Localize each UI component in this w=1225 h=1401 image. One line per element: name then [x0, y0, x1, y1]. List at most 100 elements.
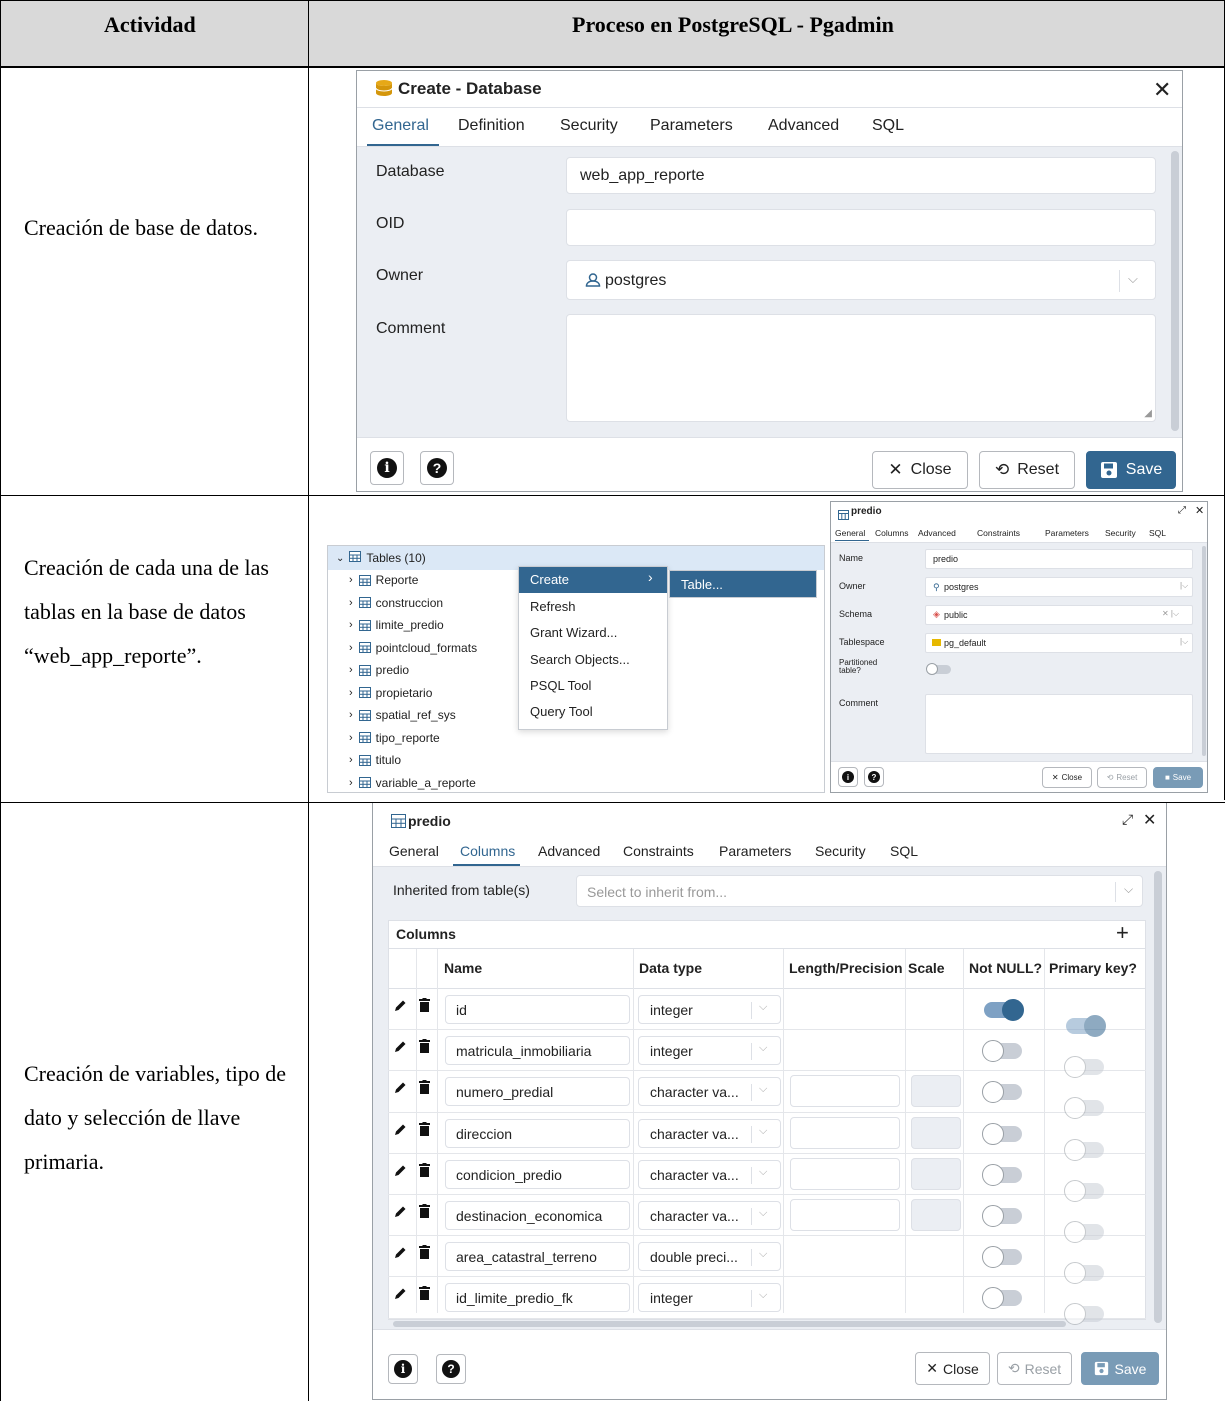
- database-input[interactable]: web_app_reporte: [566, 157, 1156, 194]
- info-button[interactable]: i: [838, 767, 858, 787]
- reset-button[interactable]: ⟲ Reset: [1097, 767, 1147, 788]
- close-icon[interactable]: ✕: [1153, 77, 1171, 103]
- scale-input[interactable]: [911, 1199, 961, 1231]
- save-button[interactable]: Save: [1086, 451, 1176, 489]
- delete-icon[interactable]: [419, 1204, 430, 1223]
- tree-item[interactable]: › tipo_reporte: [349, 731, 440, 745]
- tree-item[interactable]: › Reporte: [349, 573, 418, 587]
- length-input[interactable]: [790, 1157, 900, 1190]
- chevron-down-icon[interactable]: ⌵: [759, 1207, 767, 1220]
- primary-key-toggle[interactable]: [1064, 1303, 1104, 1326]
- edit-icon[interactable]: [394, 1040, 407, 1057]
- column-name-input[interactable]: condicion_predio: [445, 1159, 630, 1189]
- expand-icon[interactable]: ⤢: [1178, 505, 1186, 516]
- save-button[interactable]: ■ Save: [1153, 767, 1203, 788]
- submenu-table[interactable]: Table...: [669, 570, 817, 598]
- edit-icon[interactable]: [394, 1081, 407, 1098]
- partitioned-toggle[interactable]: [926, 663, 951, 675]
- tree-item[interactable]: › propietario: [349, 686, 432, 700]
- reset-button[interactable]: ⟲ Reset: [979, 451, 1075, 489]
- data-type-select[interactable]: character va... ⌵: [638, 1077, 781, 1107]
- tab-constraints[interactable]: Constraints: [977, 528, 1020, 538]
- resize-handle-icon[interactable]: ◢: [1144, 408, 1152, 419]
- tree-root[interactable]: ⌄ Tables (10): [336, 551, 426, 565]
- edit-icon[interactable]: [394, 1205, 407, 1222]
- not-null-toggle[interactable]: [982, 1205, 1022, 1227]
- delete-icon[interactable]: [419, 1162, 430, 1182]
- data-type-select[interactable]: integer ⌵: [638, 1283, 781, 1313]
- chevron-down-icon[interactable]: ⌵: [759, 1125, 767, 1138]
- menu-item-grant-wizard[interactable]: Grant Wizard...: [530, 625, 617, 640]
- tab-general[interactable]: General: [372, 117, 429, 135]
- oid-input[interactable]: [566, 209, 1156, 246]
- tab-advanced[interactable]: Advanced: [538, 843, 600, 859]
- not-null-toggle[interactable]: [982, 1163, 1022, 1186]
- data-type-select[interactable]: double preci... ⌵: [638, 1242, 781, 1272]
- name-input[interactable]: predio: [925, 549, 1193, 569]
- owner-select[interactable]: ⚲ postgres |⌵: [925, 577, 1193, 597]
- help-button[interactable]: ?: [436, 1354, 466, 1384]
- tree-item[interactable]: › limite_predio: [349, 618, 444, 632]
- tab-sql[interactable]: SQL: [890, 843, 918, 859]
- owner-select[interactable]: postgres ⌵: [566, 260, 1156, 300]
- length-input[interactable]: [790, 1075, 900, 1108]
- tab-general[interactable]: General: [835, 528, 865, 538]
- data-type-select[interactable]: character va... ⌵: [638, 1118, 781, 1148]
- not-null-toggle[interactable]: [982, 1246, 1022, 1269]
- scrollbar[interactable]: [1154, 871, 1162, 1323]
- tab-security[interactable]: Security: [560, 117, 618, 135]
- close-button[interactable]: ✕ Close: [915, 1352, 990, 1385]
- chevron-down-icon[interactable]: ⌵: [1124, 882, 1133, 897]
- comment-textarea[interactable]: [925, 694, 1193, 754]
- close-button[interactable]: ✕ Close: [1042, 767, 1092, 788]
- column-name-input[interactable]: matricula_inmobiliaria: [445, 1036, 630, 1066]
- submenu-item-table[interactable]: Table...: [681, 577, 723, 592]
- tab-advanced[interactable]: Advanced: [768, 117, 839, 135]
- help-button[interactable]: ?: [420, 451, 454, 485]
- delete-icon[interactable]: [419, 1245, 430, 1264]
- reset-button[interactable]: ⟲ Reset: [997, 1352, 1072, 1385]
- menu-item-create[interactable]: Create: [530, 572, 569, 587]
- menu-item-query-tool[interactable]: Query Tool: [530, 704, 593, 719]
- data-type-select[interactable]: character va... ⌵: [638, 1201, 781, 1230]
- tab-columns[interactable]: Columns: [460, 843, 515, 859]
- tab-security[interactable]: Security: [1105, 528, 1136, 538]
- not-null-toggle[interactable]: [982, 1040, 1022, 1063]
- column-name-input[interactable]: id_limite_predio_fk: [445, 1283, 630, 1313]
- tab-columns[interactable]: Columns: [875, 528, 909, 538]
- not-null-toggle[interactable]: [982, 1081, 1022, 1104]
- clear-icon[interactable]: ✕ |⌵: [1162, 609, 1179, 619]
- column-name-input[interactable]: destinacion_economica: [445, 1201, 630, 1230]
- not-null-toggle[interactable]: [982, 1122, 1022, 1145]
- edit-icon[interactable]: [394, 999, 407, 1016]
- horizontal-scrollbar[interactable]: [393, 1321, 1066, 1327]
- tree-item[interactable]: › construccion: [349, 596, 443, 610]
- delete-icon[interactable]: [419, 998, 430, 1017]
- info-button[interactable]: i: [388, 1354, 418, 1384]
- close-icon[interactable]: ✕: [1143, 810, 1156, 830]
- tab-security[interactable]: Security: [815, 843, 866, 859]
- chevron-down-icon[interactable]: ⌵: [1128, 271, 1138, 287]
- scale-input[interactable]: [911, 1075, 961, 1108]
- tablespace-select[interactable]: pg_default |⌵: [925, 633, 1193, 653]
- not-null-toggle[interactable]: [982, 1287, 1022, 1310]
- chevron-down-icon[interactable]: ⌵: [759, 1083, 767, 1096]
- save-button[interactable]: Save: [1081, 1352, 1159, 1385]
- menu-item-search-objects[interactable]: Search Objects...: [530, 652, 630, 667]
- chevron-down-icon[interactable]: ⌵: [759, 1289, 767, 1302]
- scale-input[interactable]: [911, 1157, 961, 1190]
- close-icon[interactable]: ✕: [1195, 504, 1204, 517]
- chevron-down-icon[interactable]: |⌵: [1180, 637, 1188, 647]
- tab-parameters[interactable]: Parameters: [1045, 528, 1089, 538]
- comment-textarea[interactable]: ◢: [566, 314, 1156, 422]
- column-name-input[interactable]: numero_predial: [445, 1077, 630, 1107]
- column-name-input[interactable]: direccion: [445, 1118, 630, 1148]
- tab-definition[interactable]: Definition: [458, 117, 525, 135]
- scrollbar[interactable]: [1202, 546, 1206, 756]
- tab-advanced[interactable]: Advanced: [918, 528, 956, 538]
- column-name-input[interactable]: id: [445, 995, 630, 1024]
- not-null-toggle[interactable]: [984, 999, 1024, 1021]
- add-row-icon[interactable]: +: [1116, 920, 1129, 946]
- chevron-down-icon[interactable]: ⌵: [759, 1042, 767, 1055]
- inherited-select[interactable]: Select to inherit from... ⌵: [576, 875, 1143, 907]
